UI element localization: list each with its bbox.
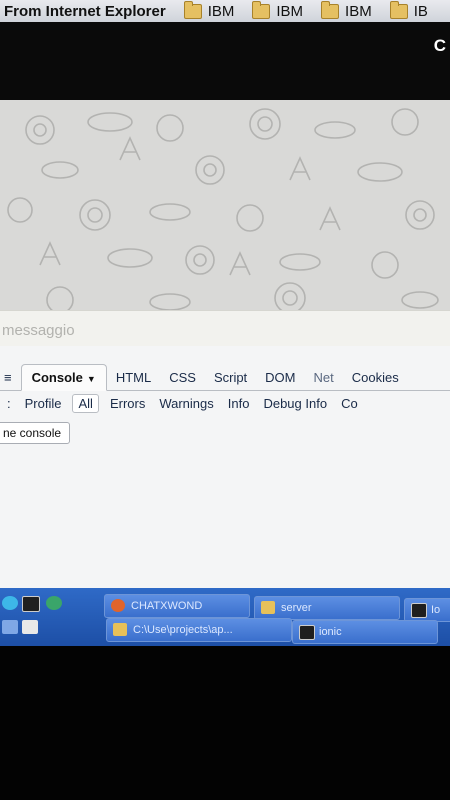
tab-cookies[interactable]: Cookies	[343, 370, 408, 390]
filter-warnings[interactable]: Warnings	[152, 396, 220, 411]
show-desktop-icon[interactable]	[2, 620, 18, 634]
firebug-panel: ≡ Console ▼ HTML CSS Script DOM Net Cooki…	[0, 346, 450, 588]
filter-info[interactable]: Info	[221, 396, 257, 411]
cmd-icon	[299, 625, 315, 640]
folder-icon	[321, 0, 340, 19]
notepad-icon[interactable]	[22, 620, 38, 634]
taskbar-item-chatxwond[interactable]: CHATXWOND	[104, 594, 250, 618]
folder-icon	[261, 601, 275, 614]
tab-script[interactable]: Script	[205, 370, 256, 390]
taskbar-item-label: server	[281, 602, 312, 614]
message-input[interactable]	[0, 317, 444, 343]
clear-console-button[interactable]: ne console	[0, 422, 71, 444]
bookmark-label: From Internet Explorer	[4, 2, 166, 20]
filter-errors[interactable]: Errors	[103, 396, 152, 411]
taskbar-item-label: C:\Use\projects\ap...	[133, 624, 233, 636]
chevron-down-icon: ▼	[86, 374, 96, 384]
bookmark-label: IB	[413, 2, 428, 20]
header-initial: C	[433, 36, 446, 55]
ie-icon[interactable]	[2, 596, 18, 610]
bookmark-from-internet-explorer[interactable]: From Internet Explorer	[4, 3, 166, 20]
taskbar-item-server[interactable]: server	[254, 596, 400, 620]
folder-icon	[252, 0, 271, 19]
app-icon[interactable]	[46, 596, 62, 610]
cmd-icon	[411, 603, 427, 618]
taskbar-item-ionic[interactable]: ionic	[292, 620, 438, 644]
bookmarks-bar: From Internet Explorer IBM IBM IBM IB	[0, 0, 450, 22]
bookmark-ibm-4[interactable]: IB	[389, 0, 428, 20]
filter-cookies[interactable]: Co	[334, 396, 365, 411]
tab-console[interactable]: Console ▼	[20, 364, 107, 391]
firefox-icon	[111, 599, 125, 612]
taskbar-item-io[interactable]: Io	[404, 598, 450, 622]
tab-net[interactable]: Net	[305, 370, 343, 390]
chat-wallpaper	[0, 100, 450, 310]
console-filters: : Profile All Errors Warnings Info Debug…	[0, 392, 450, 414]
folder-icon	[183, 0, 202, 19]
folder-icon	[389, 0, 408, 19]
folder-icon	[113, 623, 127, 636]
firebug-menu-icon[interactable]: ≡	[0, 370, 21, 390]
bookmark-ibm-2[interactable]: IBM	[252, 0, 304, 20]
cmd-icon[interactable]	[22, 596, 40, 612]
taskbar-item-projects-path[interactable]: C:\Use\projects\ap...	[106, 618, 292, 642]
tab-css[interactable]: CSS	[160, 370, 205, 390]
taskbar: CHATXWOND server Io C:\Use\projects\ap..…	[0, 588, 450, 646]
message-bar	[0, 310, 450, 348]
bookmark-ibm-1[interactable]: IBM	[183, 0, 235, 20]
bookmark-label: IBM	[276, 2, 304, 20]
filter-all[interactable]: All	[72, 393, 99, 413]
bookmark-ibm-3[interactable]: IBM	[321, 0, 372, 20]
filter-debug-info[interactable]: Debug Info	[256, 396, 334, 411]
wallpaper-pattern	[7, 108, 439, 310]
monitor-bezel	[0, 646, 450, 800]
bookmark-label: IBM	[345, 2, 372, 20]
tab-dom[interactable]: DOM	[256, 370, 304, 390]
tab-html[interactable]: HTML	[107, 370, 160, 390]
chat-header	[0, 22, 450, 100]
filter-clear-icon[interactable]: :	[0, 396, 18, 411]
profile-button[interactable]: Profile	[18, 396, 69, 411]
taskbar-item-label: ionic	[319, 626, 342, 638]
bookmark-label: IBM	[207, 2, 235, 20]
taskbar-item-label: CHATXWOND	[131, 600, 203, 612]
firebug-tabs: ≡ Console ▼ HTML CSS Script DOM Net Cooki…	[0, 364, 450, 391]
taskbar-item-label: Io	[431, 604, 441, 616]
tab-console-label: Console	[31, 370, 83, 385]
